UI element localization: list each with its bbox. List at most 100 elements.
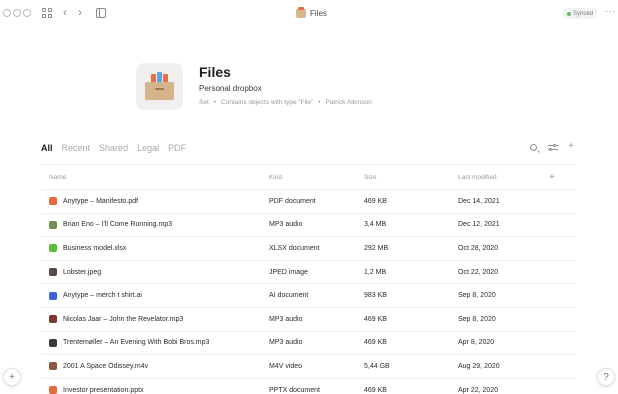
file-name: Nicolas Jaar – John the Revelator.mp3 xyxy=(63,315,184,323)
table-row[interactable]: Brian Eno – I'll Come Running.mp3 MP3 aud… xyxy=(41,214,576,238)
file-name: Brian Eno – I'll Come Running.mp3 xyxy=(63,221,173,229)
file-size: 469 KB xyxy=(364,339,387,347)
file-name-cell[interactable]: Anytype – Manifesto.pdf xyxy=(49,190,138,213)
file-kind: AI document xyxy=(269,292,309,300)
file-size: 3,4 MB xyxy=(364,221,387,229)
table-row[interactable]: Investor presentation.pptx PPTX document 4… xyxy=(41,379,576,394)
file-name-cell[interactable]: 2001 A Space Odissey.m4v xyxy=(49,355,148,378)
file-type-icon xyxy=(49,197,57,206)
file-name: Anytype – Manifesto.pdf xyxy=(63,197,139,205)
tab-recent[interactable]: Recent xyxy=(62,143,91,153)
file-name: Investor presentation.pptx xyxy=(63,386,144,394)
file-type-icon xyxy=(49,291,57,300)
filter-settings-icon[interactable] xyxy=(548,143,558,152)
table-row[interactable]: Nicolas Jaar – John the Revelator.mp3 MP3… xyxy=(41,308,576,332)
meta-separator: • xyxy=(213,99,217,106)
file-name: 2001 A Space Odissey.m4v xyxy=(63,362,149,370)
back-arrow-icon[interactable]: ‹ xyxy=(63,6,67,18)
file-name-cell[interactable]: Anytype – merch t shirt.ai xyxy=(49,284,142,307)
file-name-cell[interactable]: Investor presentation.pptx xyxy=(49,379,144,394)
add-view-icon[interactable]: + xyxy=(568,142,574,152)
add-column-icon[interactable]: + xyxy=(549,165,555,189)
file-modified: Sep 8, 2020 xyxy=(458,315,496,323)
file-kind: MP3 audio xyxy=(269,221,303,229)
table-row[interactable]: 2001 A Space Odissey.m4v M4V video 5,44 GB… xyxy=(41,355,576,379)
tab-shared[interactable]: Shared xyxy=(99,143,128,153)
tab-legal[interactable]: Legal xyxy=(137,143,159,153)
file-type-icon xyxy=(49,315,57,324)
breadcrumb[interactable]: Files xyxy=(296,6,327,19)
file-kind: JPED image xyxy=(269,268,308,276)
sync-status-badge[interactable]: Synced xyxy=(563,8,598,19)
file-name-cell[interactable]: Trentemøller – An Evening With Bobi Bros… xyxy=(49,332,209,355)
grid-icon[interactable] xyxy=(42,8,52,18)
file-modified: Apr 8, 2020 xyxy=(458,339,495,347)
file-name-cell[interactable]: Lobster.jpeg xyxy=(49,261,101,284)
tab-pdf[interactable]: PDF xyxy=(168,143,186,153)
page-meta: Set • Contains objects with type “File” … xyxy=(199,99,372,106)
table-header: Name Kind Size Last modified + xyxy=(41,164,576,190)
more-options-icon[interactable]: ··· xyxy=(605,6,616,16)
add-object-button[interactable]: + xyxy=(3,368,21,386)
page-description[interactable]: Personal dropbox xyxy=(199,84,262,93)
file-kind: PPTX document xyxy=(269,386,320,394)
table-row[interactable]: Business model.xlsx XLSX document 292 MB Oc… xyxy=(41,237,576,261)
file-size: 983 KB xyxy=(364,292,387,300)
file-modified: Aug 29, 2020 xyxy=(458,362,500,370)
set-icon[interactable] xyxy=(136,63,183,110)
column-header-kind[interactable]: Kind xyxy=(269,165,282,189)
file-name: Trentemøller – An Evening With Bobi Bros… xyxy=(63,339,210,347)
file-size: 5,44 GB xyxy=(364,362,390,370)
minimize-window-button[interactable] xyxy=(13,9,21,17)
close-window-button[interactable] xyxy=(3,9,11,17)
meta-separator: • xyxy=(318,99,321,106)
file-modified: Oct 22, 2020 xyxy=(458,268,499,276)
file-name-cell[interactable]: Brian Eno – I'll Come Running.mp3 xyxy=(49,214,172,237)
file-kind: PDF document xyxy=(269,197,316,205)
file-size: 469 KB xyxy=(364,197,387,205)
table-row[interactable]: Anytype – Manifesto.pdf PDF document 469 K… xyxy=(41,190,576,214)
breadcrumb-title: Files xyxy=(310,8,327,18)
file-type-icon xyxy=(49,268,57,277)
file-modified: Oct 28, 2020 xyxy=(458,244,499,252)
file-kind: MP3 audio xyxy=(269,315,303,323)
column-header-last-modified[interactable]: Last modified xyxy=(458,165,497,189)
file-kind: XLSX document xyxy=(269,244,320,252)
file-size: 1,2 MB xyxy=(364,268,387,276)
file-size: 469 KB xyxy=(364,386,387,394)
page-title[interactable]: Files xyxy=(199,64,231,80)
folder-blue-icon xyxy=(157,72,162,82)
tab-all[interactable]: All xyxy=(41,143,53,153)
sidebar-toggle-icon[interactable] xyxy=(96,8,106,18)
meta-author[interactable]: Patrick Atkinson xyxy=(325,99,371,106)
column-header-size[interactable]: Size xyxy=(364,165,377,189)
meta-type[interactable]: Set xyxy=(199,99,209,106)
file-kind: M4V video xyxy=(269,362,303,370)
file-type-icon xyxy=(49,362,57,371)
file-modified: Dec 14, 2021 xyxy=(458,197,500,205)
file-name: Lobster.jpeg xyxy=(63,268,102,276)
file-size: 292 MB xyxy=(364,244,389,252)
file-kind: MP3 audio xyxy=(269,339,303,347)
help-button[interactable]: ? xyxy=(597,368,615,386)
table-row[interactable]: Trentemøller – An Evening With Bobi Bros… xyxy=(41,332,576,356)
file-name-cell[interactable]: Nicolas Jaar – John the Revelator.mp3 xyxy=(49,308,183,331)
file-size: 469 KB xyxy=(364,315,387,323)
file-name-cell[interactable]: Business model.xlsx xyxy=(49,237,126,260)
meta-source[interactable]: Contains objects with type “File” xyxy=(221,99,313,106)
search-icon[interactable] xyxy=(530,144,537,151)
file-modified: Dec 12, 2021 xyxy=(458,221,500,229)
file-type-icon xyxy=(49,386,57,394)
box-icon xyxy=(145,82,174,100)
zoom-window-button[interactable] xyxy=(23,9,31,17)
files-table: Name Kind Size Last modified + Anytype –… xyxy=(41,164,576,394)
table-row[interactable]: Anytype – merch t shirt.ai AI document 983… xyxy=(41,284,576,308)
file-modified: Sep 8, 2020 xyxy=(458,292,496,300)
table-row[interactable]: Lobster.jpeg JPED image 1,2 MB Oct 22, 2020 xyxy=(41,261,576,285)
forward-arrow-icon[interactable]: › xyxy=(78,6,82,18)
sync-status-label: Synced xyxy=(573,10,594,17)
file-type-icon xyxy=(49,338,57,347)
view-tabs: All Recent Shared Legal PDF xyxy=(41,143,186,153)
column-header-name[interactable]: Name xyxy=(49,165,66,189)
file-modified: Apr 22, 2020 xyxy=(458,386,499,394)
